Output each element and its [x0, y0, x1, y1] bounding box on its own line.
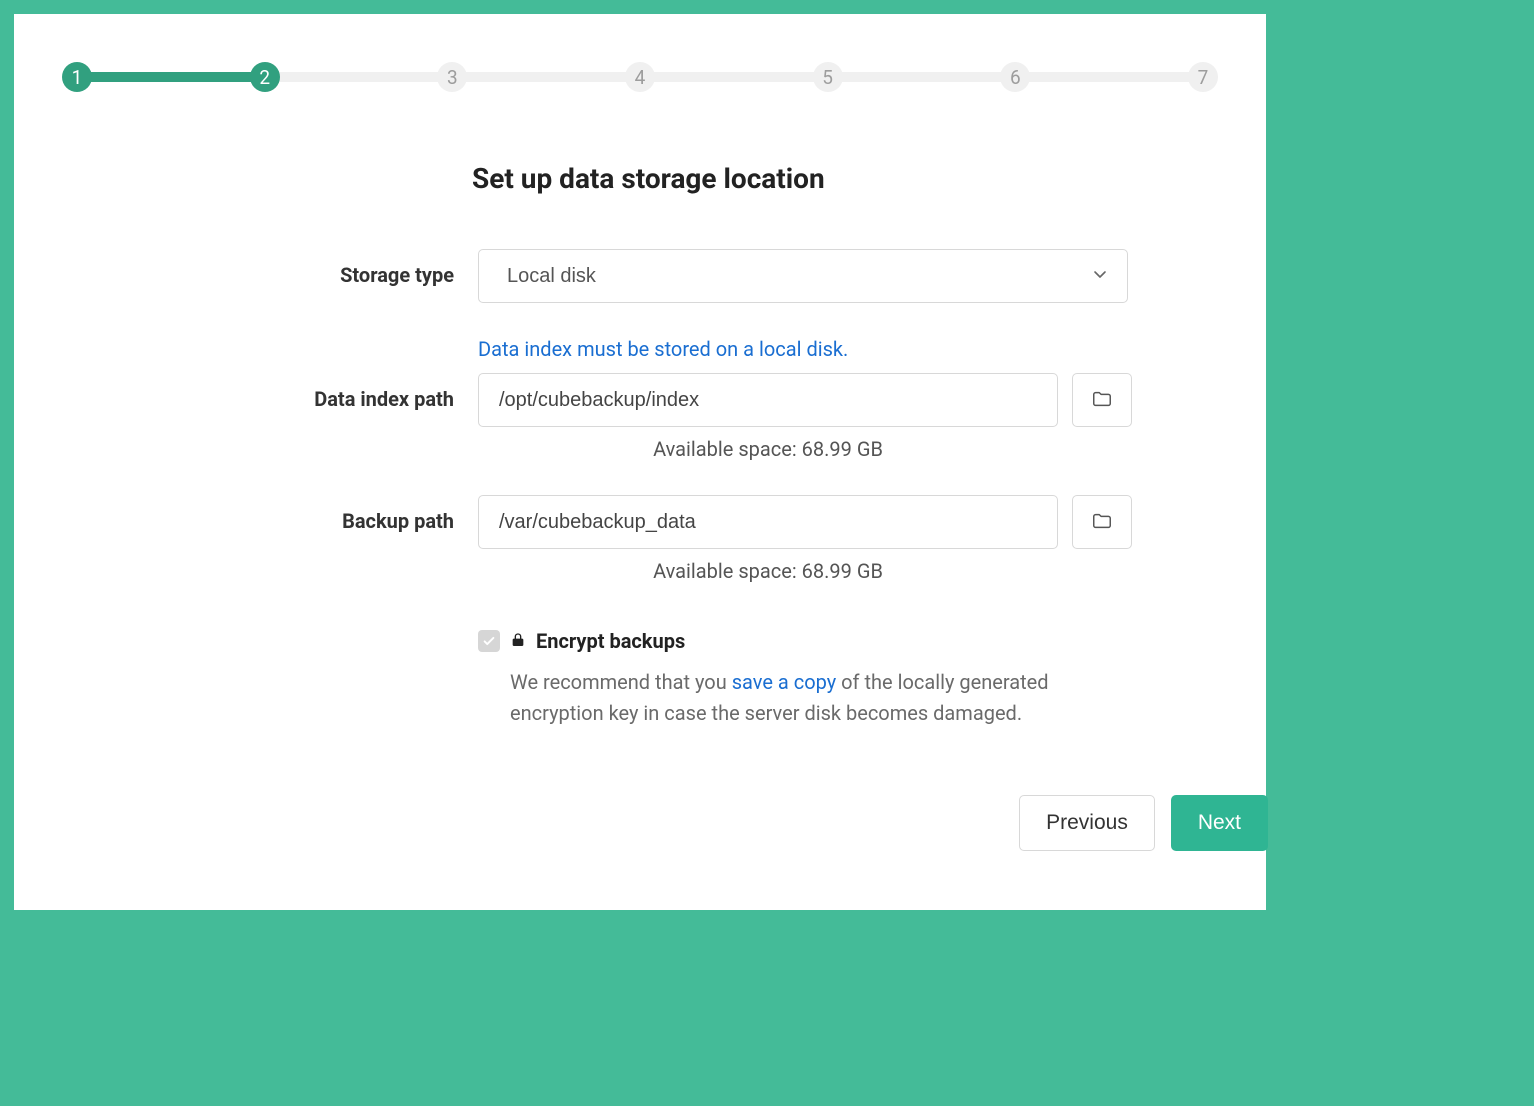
- storage-type-label: Storage type: [62, 249, 462, 287]
- encrypt-description: We recommend that you save a copy of the…: [510, 667, 1130, 729]
- setup-card: 1 2 3 4 5 6 7 Set up data storage location Sto…: [14, 14, 1266, 910]
- data-index-path-label: Data index path: [62, 373, 462, 411]
- index-storage-notice: Data index must be stored on a local dis…: [478, 337, 1268, 361]
- step-1[interactable]: 1: [62, 62, 92, 92]
- previous-button[interactable]: Previous: [1019, 795, 1155, 851]
- form-actions: Previous Next: [478, 795, 1268, 851]
- step-7[interactable]: 7: [1188, 62, 1218, 92]
- storage-form: Storage type Local disk Data index must …: [62, 249, 1218, 851]
- browse-index-button[interactable]: [1072, 373, 1132, 427]
- data-index-field: Available space: 68.99 GB: [478, 373, 1268, 495]
- save-copy-link[interactable]: save a copy: [732, 670, 836, 694]
- data-index-available-space: Available space: 68.99 GB: [478, 437, 1058, 461]
- folder-icon: [1091, 388, 1113, 413]
- page-title: Set up data storage location: [472, 162, 1218, 195]
- step-5[interactable]: 5: [813, 62, 843, 92]
- data-index-path-input[interactable]: [478, 373, 1058, 427]
- step-3[interactable]: 3: [437, 62, 467, 92]
- browse-backup-button[interactable]: [1072, 495, 1132, 549]
- folder-icon: [1091, 510, 1113, 535]
- backup-path-available-space: Available space: 68.99 GB: [478, 559, 1058, 583]
- step-4[interactable]: 4: [625, 62, 655, 92]
- encrypt-section: Encrypt backups We recommend that you sa…: [478, 629, 1268, 729]
- backup-path-input[interactable]: [478, 495, 1058, 549]
- progress-stepper: 1 2 3 4 5 6 7: [62, 62, 1218, 92]
- stepper-dots: 1 2 3 4 5 6 7: [62, 62, 1218, 92]
- step-2[interactable]: 2: [250, 62, 280, 92]
- lock-icon: [510, 632, 526, 652]
- encrypt-label: Encrypt backups: [536, 629, 685, 653]
- next-button[interactable]: Next: [1171, 795, 1268, 851]
- backup-path-field: Available space: 68.99 GB: [478, 495, 1268, 583]
- step-6[interactable]: 6: [1000, 62, 1030, 92]
- storage-type-field: Local disk Data index must be stored on …: [478, 249, 1268, 373]
- backup-path-label: Backup path: [62, 495, 462, 533]
- encrypt-checkbox[interactable]: [478, 630, 500, 652]
- storage-type-select[interactable]: Local disk: [478, 249, 1128, 303]
- storage-type-select-wrap: Local disk: [478, 249, 1128, 303]
